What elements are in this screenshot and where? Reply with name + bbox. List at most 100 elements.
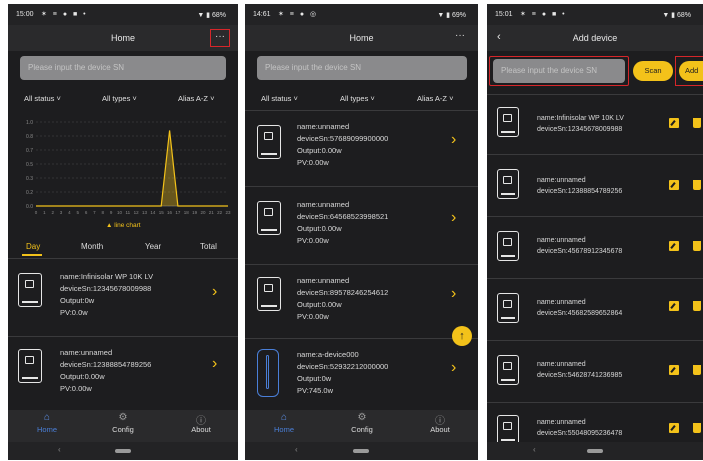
more-icon[interactable]: ··· xyxy=(450,29,470,47)
device-name: name:Infinisolar WP 10K LV xyxy=(537,115,624,122)
type-filter[interactable]: All types ˅ xyxy=(340,94,375,103)
device-sn: deviceSn:45682589652864 xyxy=(537,310,623,317)
edit-icon[interactable] xyxy=(669,301,679,311)
chevron-right-icon[interactable]: › xyxy=(212,283,217,301)
device-row[interactable]: name:unnamed deviceSn:54628741236985 xyxy=(487,340,703,402)
period-tabs: Day Month Year Total xyxy=(8,240,238,256)
edit-icon[interactable] xyxy=(669,118,679,128)
tab-total[interactable]: Total xyxy=(200,242,217,251)
x-tick-label: 3 xyxy=(60,210,63,215)
device-card[interactable]: name:unnamed deviceSn:89578246254612 Out… xyxy=(245,264,478,338)
system-home-pill[interactable] xyxy=(353,449,369,453)
active-tab-underline xyxy=(22,254,42,256)
device-info: name:Infinisolar WP 10K LV deviceSn:1234… xyxy=(537,113,624,135)
device-output: Output:0.00w xyxy=(297,146,342,155)
system-home-pill[interactable] xyxy=(587,449,603,453)
system-back-icon[interactable]: ‹ xyxy=(295,445,298,454)
status-filter[interactable]: All status ˅ xyxy=(24,94,61,103)
sort-filter[interactable]: Alias A-Z ˅ xyxy=(417,94,453,103)
device-card[interactable]: name:unnamed deviceSn:57689099900000 Out… xyxy=(245,110,478,186)
x-tick-label: 15 xyxy=(159,210,165,215)
edit-icon[interactable] xyxy=(669,423,679,433)
status-filter[interactable]: All status ˅ xyxy=(261,94,298,103)
device-name: name:unnamed xyxy=(537,299,586,306)
inverter-icon xyxy=(257,277,281,311)
system-back-icon[interactable]: ‹ xyxy=(58,445,61,454)
device-info: name:unnamed deviceSn:57689099900000 Out… xyxy=(297,121,388,169)
system-home-pill[interactable] xyxy=(115,449,131,453)
device-info: name:unnamed deviceSn:54628741236985 xyxy=(537,359,622,381)
device-row[interactable]: name:unnamed deviceSn:45678912345678 xyxy=(487,216,703,278)
chevron-right-icon[interactable]: › xyxy=(451,285,456,303)
delete-icon[interactable] xyxy=(693,301,701,311)
device-pv: PV:745.0w xyxy=(297,386,333,395)
device-output: Output:0.00w xyxy=(297,300,342,309)
about-icon: ⓘ xyxy=(196,416,206,427)
device-card[interactable]: name:unnamed deviceSn:12388854789256 Out… xyxy=(8,336,238,410)
delete-icon[interactable] xyxy=(693,423,701,433)
edit-icon[interactable] xyxy=(669,180,679,190)
type-filter[interactable]: All types ˅ xyxy=(102,94,137,103)
device-info: name:unnamed deviceSn:12388854789256 xyxy=(537,175,622,197)
device-output: Output:0.00w xyxy=(60,372,105,381)
nav-label: Home xyxy=(36,425,57,434)
battery-indicator: ▼ ▮ 68% xyxy=(197,12,226,19)
device-sn: deviceSn:12345678009988 xyxy=(537,126,623,133)
device-card[interactable]: name:Infinisolar WP 10K LV deviceSn:1234… xyxy=(8,258,238,336)
chevron-right-icon[interactable]: › xyxy=(451,359,456,377)
more-icon[interactable]: ··· xyxy=(210,29,230,47)
nav-config[interactable]: ⚙ Config xyxy=(337,412,387,434)
tab-day[interactable]: Day xyxy=(26,242,40,251)
nav-home[interactable]: ⌂ Home xyxy=(259,412,309,434)
scroll-top-button[interactable]: ↑ xyxy=(452,326,472,346)
device-name: name:unnamed xyxy=(297,276,350,285)
nav-about[interactable]: ⓘ About xyxy=(415,412,465,434)
tab-year[interactable]: Year xyxy=(145,242,161,251)
nav-home[interactable]: ⌂ Home xyxy=(22,412,72,434)
delete-icon[interactable] xyxy=(693,180,701,190)
x-tick-label: 4 xyxy=(68,210,71,215)
title-bar: Home ··· xyxy=(8,25,238,51)
nav-config[interactable]: ⚙ Config xyxy=(98,412,148,434)
search-input[interactable]: Please input the device SN xyxy=(257,56,467,80)
device-output: Output:0w xyxy=(297,374,332,383)
x-tick-label: 12 xyxy=(134,210,140,215)
status-bar: 14:61 ✶ ≡ ● ◎ ▼ ▮ 69% xyxy=(245,4,478,25)
scan-button[interactable]: Scan xyxy=(633,61,673,81)
device-row[interactable]: name:Infinisolar WP 10K LV deviceSn:1234… xyxy=(487,94,703,154)
search-input[interactable]: Please input the device SN xyxy=(20,56,226,80)
device-row[interactable]: name:unnamed deviceSn:55048095236478 xyxy=(487,402,703,445)
inverter-icon xyxy=(497,107,519,137)
delete-icon[interactable] xyxy=(693,241,701,251)
nav-label: About xyxy=(430,425,450,434)
tab-month[interactable]: Month xyxy=(81,242,103,251)
device-info: name:unnamed deviceSn:45678912345678 xyxy=(537,235,622,257)
series-line xyxy=(36,130,228,207)
nav-label: About xyxy=(191,425,211,434)
device-sn: deviceSn:52932212000000 xyxy=(297,362,389,371)
add-button[interactable]: Add xyxy=(679,61,703,81)
delete-icon[interactable] xyxy=(693,118,701,128)
chevron-right-icon[interactable]: › xyxy=(451,131,456,149)
status-time: 14:61 xyxy=(253,11,271,18)
sort-filter[interactable]: Alias A-Z ˅ xyxy=(178,94,214,103)
inverter-icon xyxy=(497,415,519,445)
chevron-right-icon[interactable]: › xyxy=(212,355,217,373)
inverter-icon xyxy=(497,169,519,199)
device-row[interactable]: name:unnamed deviceSn:45682589652864 xyxy=(487,278,703,340)
edit-icon[interactable] xyxy=(669,365,679,375)
device-name: name:unnamed xyxy=(537,361,586,368)
chevron-right-icon[interactable]: › xyxy=(451,209,456,227)
device-pv: PV:0.00w xyxy=(297,158,329,167)
nav-about[interactable]: ⓘ About xyxy=(176,412,226,434)
nav-label: Home xyxy=(273,425,294,434)
device-card[interactable]: name:unnamed deviceSn:64568523998521 Out… xyxy=(245,186,478,264)
device-card[interactable]: name:a-device000 deviceSn:52932212000000… xyxy=(245,338,478,410)
inverter-icon xyxy=(257,125,281,159)
delete-icon[interactable] xyxy=(693,365,701,375)
system-back-icon[interactable]: ‹ xyxy=(533,445,536,454)
edit-icon[interactable] xyxy=(669,241,679,251)
device-row[interactable]: name:unnamed deviceSn:12388854789256 xyxy=(487,154,703,216)
device-sn-input[interactable]: Please input the device SN xyxy=(493,59,625,83)
y-tick-label: 0.2 xyxy=(26,190,33,196)
